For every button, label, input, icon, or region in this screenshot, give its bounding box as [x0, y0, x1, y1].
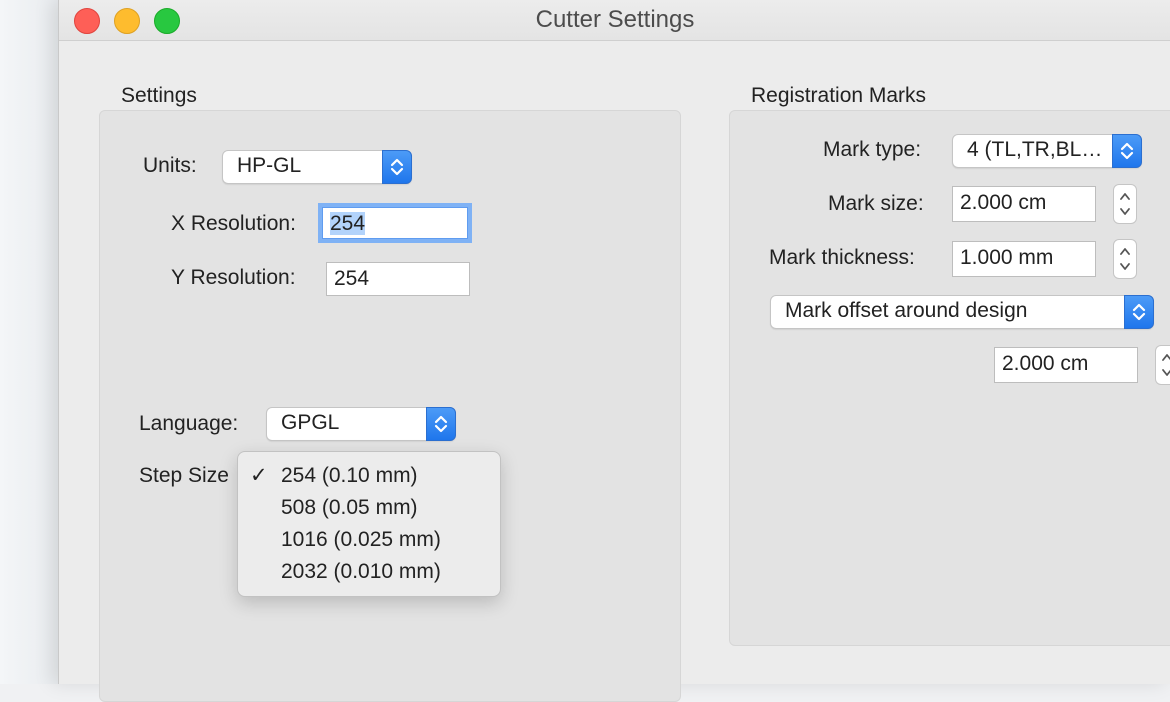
y-resolution-value: 254	[334, 267, 370, 290]
chevron-up-down-icon	[426, 407, 456, 441]
desktop-background	[0, 0, 58, 684]
settings-group-box	[99, 110, 681, 702]
language-popup[interactable]: GPGL	[266, 407, 456, 441]
chevron-up-down-icon	[1112, 134, 1142, 168]
x-resolution-label: X Resolution:	[171, 212, 296, 235]
mark-size-field[interactable]: 2.000 cm	[952, 186, 1096, 222]
step-size-label: Step Size	[139, 464, 229, 487]
mark-thickness-label: Mark thickness:	[769, 246, 915, 269]
checkmark-icon: ✓	[250, 464, 268, 487]
settings-group-label: Settings	[121, 84, 197, 107]
menu-item-label: 254 (0.10 mm)	[281, 464, 418, 487]
x-resolution-value: 254	[330, 212, 366, 235]
y-resolution-label: Y Resolution:	[171, 266, 296, 289]
menu-item-label: 508 (0.05 mm)	[281, 496, 418, 519]
mark-offset-field[interactable]: 2.000 cm	[994, 347, 1138, 383]
mark-offset-mode-value: Mark offset around design	[785, 299, 1028, 322]
step-size-option-3[interactable]: 1016 (0.025 mm)	[238, 524, 500, 556]
menu-item-label: 2032 (0.010 mm)	[281, 560, 441, 583]
mark-thickness-field[interactable]: 1.000 mm	[952, 241, 1096, 277]
stepper-arrows-icon	[1162, 354, 1170, 376]
mark-type-label: Mark type:	[823, 138, 922, 161]
x-resolution-field[interactable]: 254	[322, 207, 468, 239]
units-value: HP-GL	[237, 154, 302, 177]
mark-size-value: 2.000 cm	[960, 191, 1047, 214]
y-resolution-field[interactable]: 254	[326, 262, 470, 296]
mark-size-stepper[interactable]	[1113, 184, 1137, 224]
mark-thickness-stepper[interactable]	[1113, 239, 1137, 279]
mark-type-popup[interactable]: 4 (TL,TR,BL…	[952, 134, 1142, 168]
stepper-arrows-icon	[1120, 193, 1130, 215]
title-bar: Cutter Settings	[59, 0, 1170, 41]
language-label: Language:	[139, 412, 239, 435]
step-size-option-1[interactable]: ✓ 254 (0.10 mm)	[238, 460, 500, 492]
stepper-arrows-icon	[1120, 248, 1130, 270]
step-size-option-4[interactable]: 2032 (0.010 mm)	[238, 556, 500, 588]
cutter-settings-window: Cutter Settings Settings Units: HP-GL X …	[58, 0, 1170, 702]
mark-offset-value: 2.000 cm	[1002, 352, 1089, 375]
step-size-option-2[interactable]: 508 (0.05 mm)	[238, 492, 500, 524]
window-title: Cutter Settings	[535, 6, 695, 33]
mark-offset-mode-popup[interactable]: Mark offset around design	[770, 295, 1154, 329]
mark-size-label: Mark size:	[828, 192, 924, 215]
chevron-up-down-icon	[1124, 295, 1154, 329]
mark-offset-stepper[interactable]	[1155, 345, 1170, 385]
menu-item-label: 1016 (0.025 mm)	[281, 528, 441, 551]
language-value: GPGL	[281, 411, 340, 434]
step-size-menu: ✓ 254 (0.10 mm) 508 (0.05 mm) 1016 (0.02…	[237, 451, 501, 597]
chevron-up-down-icon	[382, 150, 412, 184]
mark-thickness-value: 1.000 mm	[960, 246, 1054, 269]
mark-type-value: 4 (TL,TR,BL…	[967, 138, 1103, 161]
registration-group-label: Registration Marks	[751, 84, 927, 107]
units-popup[interactable]: HP-GL	[222, 150, 412, 184]
units-label: Units:	[143, 154, 197, 177]
